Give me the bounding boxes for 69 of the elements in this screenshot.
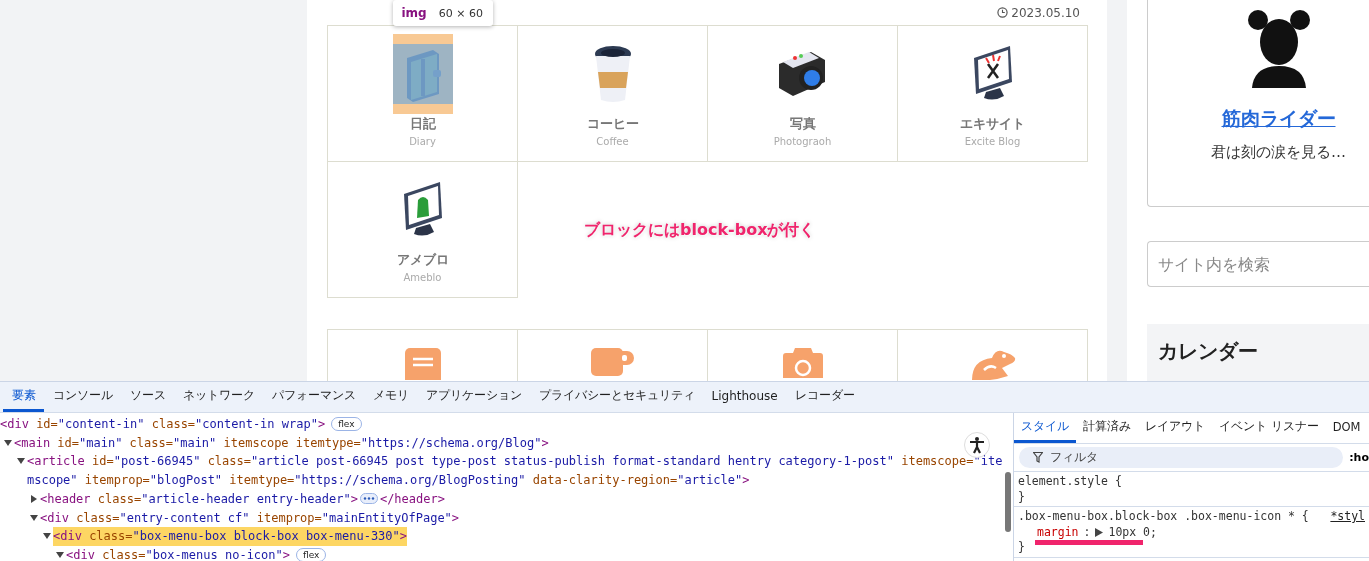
css-selector: .box-menu-box.block-box .box-menu-icon * { bbox=[1018, 509, 1309, 525]
styles-tab[interactable]: イベント リスナー bbox=[1212, 413, 1326, 443]
menu-subtitle: Diary bbox=[409, 136, 436, 147]
html-element-code[interactable]: <article id="post-66945" class="article post-66945 post type-post status-publish format-standard hentry category-1-post" itemscope="itemscope" itemprop="blogPost" itemtype="https://schema.org/BlogPosting" data-clarity-region="article"> bbox=[27, 452, 1003, 490]
menu-subtitle: Photograoh bbox=[773, 136, 832, 147]
styles-tab[interactable]: DOM bbox=[1325, 413, 1368, 443]
menu-subtitle: Ameblo bbox=[403, 272, 442, 283]
html-element-code[interactable]: <main id="main" class="main" itemscope itemtype="https://schema.org/Blog"> bbox=[14, 433, 549, 453]
collapse-arrow-icon[interactable] bbox=[17, 457, 25, 466]
css-property: margin bbox=[1037, 524, 1079, 540]
camera-icon bbox=[782, 348, 823, 378]
html-element-code[interactable]: <div id="content-in" class="content-in wrap"> bbox=[0, 415, 326, 434]
styles-tab[interactable]: レイアウト bbox=[1138, 413, 1212, 443]
html-element-code[interactable]: <div class="box-menu-box block-box box-menu-330"> bbox=[53, 527, 408, 546]
devtools-tab[interactable]: メモリ bbox=[364, 382, 417, 412]
profile-bio: 君は刻の涙を見る… bbox=[1211, 143, 1346, 162]
styles-tab[interactable]: 計算済み bbox=[1076, 413, 1138, 443]
collapse-arrow-icon[interactable] bbox=[30, 513, 38, 522]
menu-tile[interactable]: アメブロ Ameblo bbox=[328, 162, 518, 298]
devtools-tab[interactable]: ネットワーク bbox=[174, 382, 263, 412]
devtools-tab[interactable]: コンソール bbox=[44, 382, 121, 412]
menu-tile[interactable]: エキサイト Excite Blog bbox=[898, 26, 1088, 162]
filter-icon bbox=[1033, 452, 1043, 463]
devtools-tab[interactable]: パフォーマンス bbox=[263, 382, 364, 412]
devtools-tab[interactable]: レコーダー bbox=[786, 382, 864, 412]
css-colon: : bbox=[1083, 524, 1091, 540]
collapse-arrow-icon[interactable] bbox=[4, 438, 12, 447]
menu-subtitle: Coffee bbox=[596, 136, 629, 147]
search-field[interactable]: サイト内を検索 bbox=[1147, 240, 1369, 288]
annotation-text: ブロックにはblock-boxが付く bbox=[584, 219, 816, 241]
styles-tab[interactable]: スタイル bbox=[1014, 413, 1076, 443]
clock-icon bbox=[997, 7, 1009, 18]
collapse-arrow-icon[interactable] bbox=[43, 532, 51, 541]
menu-tile[interactable]: コーヒー Coffee bbox=[518, 26, 708, 162]
widget-heading: カレンダー bbox=[1158, 339, 1258, 364]
filter-placeholder: フィルタ bbox=[1050, 449, 1098, 466]
css-selector: element.style { bbox=[1018, 474, 1122, 490]
menu-subtitle: Excite Blog bbox=[964, 136, 1021, 147]
html-element-code[interactable]: <header class="article-header entry-header"> bbox=[40, 489, 358, 509]
filter-field[interactable]: フィルタ bbox=[1019, 447, 1344, 468]
css-closing-brace: } bbox=[1018, 489, 1025, 505]
ellipsis-icon[interactable] bbox=[359, 492, 378, 504]
mug-icon bbox=[590, 348, 635, 376]
expand-arrow-icon[interactable] bbox=[1095, 527, 1104, 537]
devtools-tab[interactable]: プライバシーとセキュリティ bbox=[530, 382, 703, 412]
html-element-code[interactable]: <div class="entry-content cf" itemprop="mainEntityOfPage"> bbox=[40, 508, 460, 528]
scrollbar-thumb[interactable] bbox=[1005, 472, 1011, 532]
state-toggle-button[interactable]: :ho bbox=[1349, 451, 1369, 464]
devtools-tab[interactable]: Lighthouse bbox=[703, 382, 787, 412]
element-tag: img bbox=[401, 6, 427, 20]
menu-tile[interactable]: 写真 Photograoh bbox=[708, 26, 898, 162]
menu-title: コーヒー bbox=[586, 115, 639, 133]
post-date: 2023.05.10 bbox=[1011, 5, 1080, 20]
devtools-tab[interactable]: アプリケーション bbox=[417, 382, 530, 412]
css-closing-brace: } bbox=[1018, 540, 1025, 556]
css-value: 10px 0; bbox=[1108, 524, 1157, 540]
stylesheet-link[interactable]: *styl bbox=[1330, 509, 1365, 525]
html-element-code[interactable]: </header> bbox=[379, 489, 445, 509]
collapse-arrow-icon[interactable] bbox=[56, 550, 64, 559]
menu-title: アメブロ bbox=[396, 251, 449, 269]
html-element-code[interactable]: <div class="box-menus no-icon"> bbox=[66, 545, 290, 561]
profile-name-link[interactable]: 筋肉ライダー bbox=[1221, 106, 1336, 132]
menu-title: 日記 bbox=[409, 115, 436, 133]
element-size: 60 × 60 bbox=[438, 6, 483, 20]
coffee-cup-icon bbox=[592, 44, 633, 104]
menu-title: エキサイト bbox=[960, 115, 1025, 133]
expand-arrow-icon[interactable] bbox=[30, 494, 38, 503]
devtools-tab[interactable]: ソース bbox=[121, 382, 174, 412]
menu-title: 写真 bbox=[789, 115, 816, 133]
